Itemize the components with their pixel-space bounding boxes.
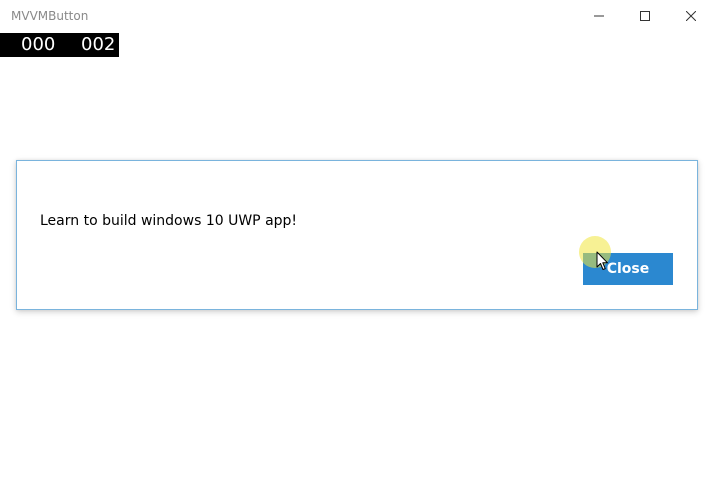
title-bar[interactable]: MVVMButton xyxy=(0,0,714,32)
close-icon xyxy=(686,11,696,21)
close-button[interactable]: Close xyxy=(583,253,673,285)
maximize-button[interactable] xyxy=(622,0,668,32)
app-window: MVVMButton 000 002 Learn to build window… xyxy=(0,0,714,490)
minimize-button[interactable] xyxy=(576,0,622,32)
maximize-icon xyxy=(640,11,650,21)
dialog-message: Learn to build windows 10 UWP app! xyxy=(40,213,298,229)
frame-counter: 000 002 xyxy=(0,33,119,57)
message-dialog: Learn to build windows 10 UWP app! Close xyxy=(16,160,698,310)
counter-left-value: 000 xyxy=(21,34,56,55)
counter-right-value: 002 xyxy=(81,34,116,55)
minimize-icon xyxy=(594,15,604,17)
close-button-label: Close xyxy=(606,261,650,277)
close-window-button[interactable] xyxy=(668,0,714,32)
window-title: MVVMButton xyxy=(11,9,89,23)
